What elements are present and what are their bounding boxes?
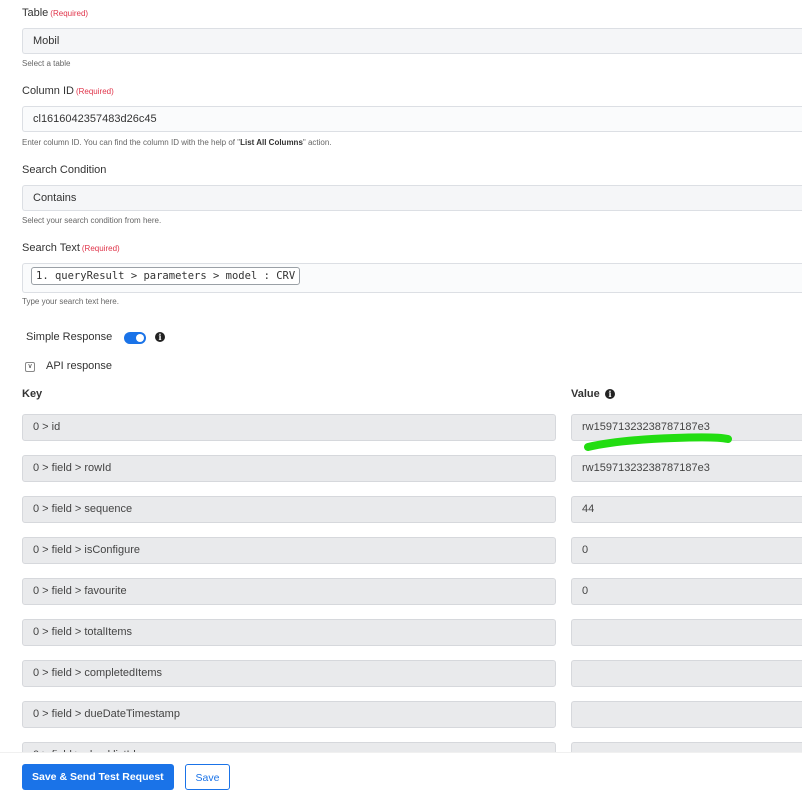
response-key-field: 0 > field > dueDateTimestamp [22,701,556,728]
api-response-label[interactable]: API response [46,360,112,372]
action-footer: Save & Send Test Request Save [0,752,802,811]
chevron-down-icon[interactable]: ∨ [25,362,35,372]
save-button[interactable]: Save [185,764,230,790]
simple-response-toggle[interactable] [124,332,146,344]
info-icon[interactable]: i [155,332,165,342]
table-select[interactable]: Mobil [22,28,802,54]
table-label: Table (Required) [22,7,89,19]
simple-response-label: Simple Response [26,331,113,343]
info-icon[interactable]: i [605,389,615,399]
response-value-field: 44 [571,496,802,523]
search-condition-help: Select your search condition from here. [22,216,162,225]
column-id-input[interactable]: cl1616042357483d26c45 [22,106,802,132]
response-key-field: 0 > field > totalItems [22,619,556,646]
table-help: Select a table [22,59,71,68]
response-key-field: 0 > field > completedItems [22,660,556,687]
highlight-mark [584,433,732,451]
search-condition-label: Search Condition [22,164,107,176]
response-value-field [571,701,802,728]
column-id-help: Enter column ID. You can find the column… [22,138,332,147]
response-key-field: 0 > field > sequence [22,496,556,523]
key-column-header: Key [22,388,43,400]
required-marker: (Required) [75,87,114,96]
response-value-field: rw15971323238787187e3 [571,455,802,482]
search-text-input[interactable]: 1. queryResult > parameters > model : CR… [22,263,802,293]
required-marker: (Required) [50,9,89,18]
column-id-label: Column ID (Required) [22,85,114,97]
response-key-field: 0 > field > favourite [22,578,556,605]
response-key-field: 0 > field > isConfigure [22,537,556,564]
response-value-field [571,619,802,646]
value-column-header: Value [571,388,600,400]
search-condition-select[interactable]: Contains [22,185,802,211]
save-and-send-test-button[interactable]: Save & Send Test Request [22,764,174,790]
search-text-label: Search Text (Required) [22,242,120,254]
response-key-field: 0 > id [22,414,556,441]
response-value-field: 0 [571,537,802,564]
response-value-field: 0 [571,578,802,605]
response-key-field: 0 > field > rowId [22,455,556,482]
required-marker: (Required) [81,244,120,253]
mapped-field-chip[interactable]: 1. queryResult > parameters > model : CR… [31,267,301,285]
search-text-help: Type your search text here. [22,297,119,306]
response-value-field [571,660,802,687]
